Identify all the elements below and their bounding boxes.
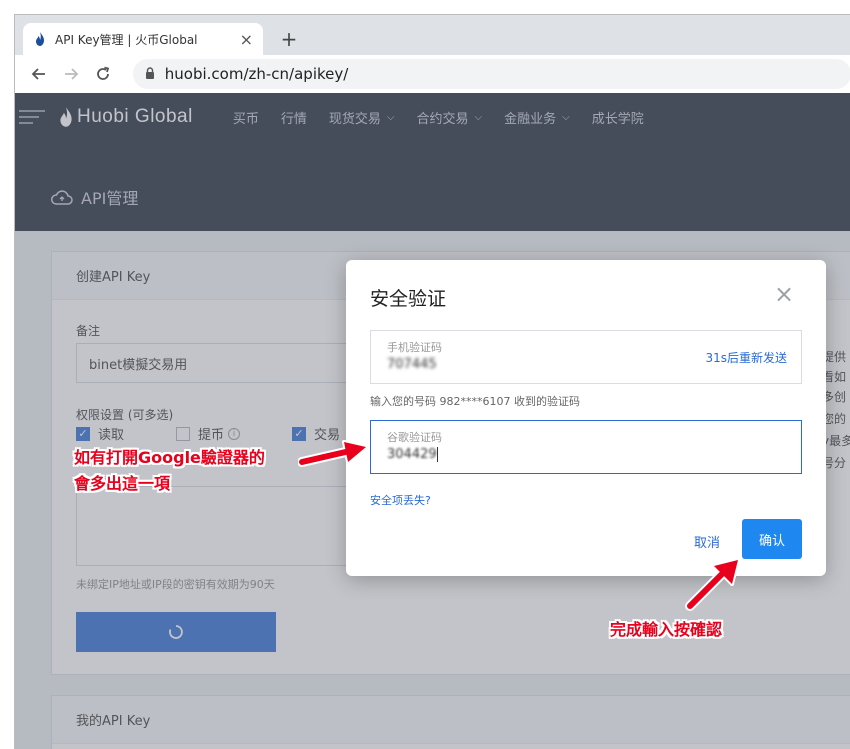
- resend-code-link[interactable]: 31s后重新发送: [705, 349, 787, 366]
- google-auth-code: 304429: [387, 447, 437, 462]
- google-auth-value: 304429: [387, 447, 438, 462]
- browser-tab[interactable]: API Key管理 | 火币Global ×: [23, 23, 263, 55]
- tab-strip: API Key管理 | 火币Global × +: [15, 15, 850, 55]
- forward-arrow-icon[interactable]: [57, 60, 85, 88]
- annotation-ga-line2: 會多出這一項: [74, 474, 171, 493]
- sms-hint: 输入您的号码 982****6107 收到的验证码: [370, 395, 580, 408]
- browser-window: API Key管理 | 火币Global × + huobi.com/zh-cn…: [14, 14, 850, 749]
- back-arrow-icon[interactable]: [25, 60, 53, 88]
- tab-title: API Key管理 | 火币Global: [55, 32, 198, 47]
- browser-toolbar: huobi.com/zh-cn/apikey/: [15, 55, 850, 93]
- page-content: Huobi Global 买币 行情 现货交易 ⌵ 合约交易 ⌵ 金融业务 ⌵ 成长学…: [15, 93, 850, 749]
- dialog-title: 安全验证: [370, 288, 447, 310]
- sms-code-label: 手机验证码: [387, 341, 442, 354]
- google-auth-input[interactable]: 谷歌验证码 304429: [370, 420, 802, 474]
- annotation-ga-line1: 如有打開Google驗證器的: [74, 448, 265, 467]
- google-auth-label: 谷歌验证码: [387, 431, 442, 444]
- address-bar[interactable]: huobi.com/zh-cn/apikey/: [132, 59, 850, 89]
- cancel-button[interactable]: 取消: [694, 532, 720, 551]
- security-lost-link[interactable]: 安全项丢失?: [370, 492, 431, 508]
- tab-close-icon[interactable]: ×: [240, 30, 253, 49]
- url-text: huobi.com/zh-cn/apikey/: [164, 65, 349, 83]
- arrow-icon: [685, 558, 740, 611]
- lock-icon: [145, 65, 155, 83]
- sms-code-value: 707445: [387, 357, 437, 372]
- huobi-flame-icon: [33, 32, 47, 46]
- confirm-button[interactable]: 确认: [742, 519, 802, 559]
- security-verification-dialog: 安全验证 × 手机验证码 707445 31s后重新发送 输入您的号码 982*…: [346, 260, 826, 576]
- close-icon[interactable]: ×: [774, 282, 794, 306]
- sms-code-input[interactable]: 手机验证码 707445 31s后重新发送: [370, 330, 802, 384]
- new-tab-button[interactable]: +: [277, 27, 301, 51]
- arrow-icon: [298, 440, 368, 467]
- annotation-confirm: 完成輸入按確認: [610, 620, 723, 639]
- reload-icon[interactable]: [89, 60, 117, 88]
